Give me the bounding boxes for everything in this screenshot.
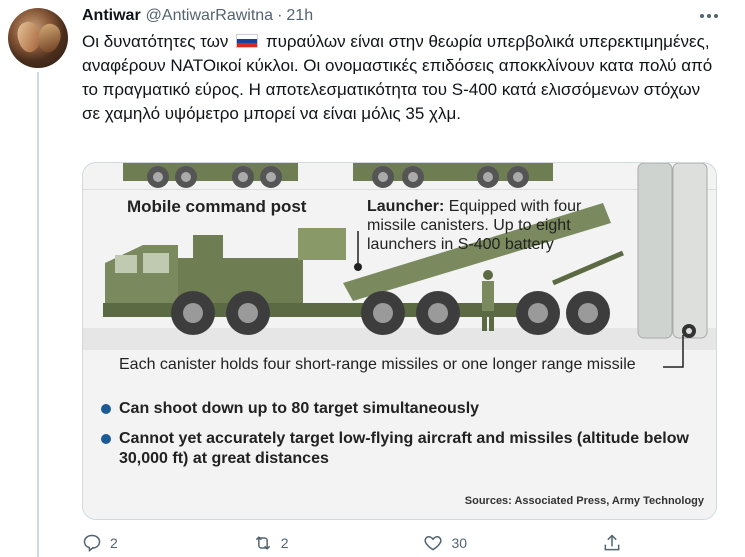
like-button[interactable]: 30 — [423, 533, 467, 553]
author-handle[interactable]: @AntiwarRawitna — [146, 7, 273, 25]
sources-note: Sources: Associated Press, Army Technolo… — [464, 495, 704, 507]
bullet-dot-icon — [101, 404, 111, 414]
bullet-item: Can shoot down up to 80 target simultane… — [101, 399, 701, 419]
tweet-time[interactable]: 21h — [286, 7, 313, 25]
launcher-title: Launcher: — [367, 198, 445, 215]
mobile-command-post-label: Mobile command post — [127, 197, 307, 216]
more-options-icon[interactable] — [697, 7, 721, 25]
tweet-actions: 2 2 30 — [82, 530, 622, 556]
share-button[interactable] — [602, 533, 622, 553]
tweet-header: Antiwar @AntiwarRawitna · 21h — [82, 5, 725, 27]
tweet-text-part1: Οι δυνατότητες των — [82, 32, 229, 51]
tweet-text: Οι δυνατότητες των πυραύλων είναι στην θ… — [82, 30, 722, 126]
bullet-text: Cannot yet accurately target low-flying … — [119, 430, 689, 467]
heart-icon — [424, 535, 443, 551]
retweet-button[interactable]: 2 — [253, 533, 289, 553]
bullet-item: Cannot yet accurately target low-flying … — [101, 429, 701, 469]
thread-line — [37, 72, 39, 557]
author-name[interactable]: Antiwar — [82, 7, 141, 25]
bullet-text: Can shoot down up to 80 target simultane… — [119, 400, 480, 417]
like-count: 30 — [451, 535, 468, 551]
bullet-dot-icon — [101, 434, 111, 444]
reply-button[interactable]: 2 — [82, 533, 118, 553]
canister-note: Each canister holds four short-range mis… — [119, 356, 636, 373]
avatar[interactable] — [8, 8, 68, 68]
russia-flag-icon — [236, 34, 259, 48]
retweet-count: 2 — [280, 535, 289, 551]
reply-icon — [83, 534, 101, 552]
infographic-image[interactable]: Mobile command post Launcher: Equipped w… — [82, 162, 717, 520]
launcher-label: Launcher: Equipped with four missile can… — [367, 197, 627, 254]
infographic-bullets: Can shoot down up to 80 target simultane… — [101, 399, 701, 479]
retweet-icon — [255, 536, 270, 550]
reply-count: 2 — [110, 535, 118, 551]
separator-dot: · — [277, 7, 283, 24]
butterfly-wing-right — [33, 20, 65, 56]
share-icon — [604, 534, 620, 551]
